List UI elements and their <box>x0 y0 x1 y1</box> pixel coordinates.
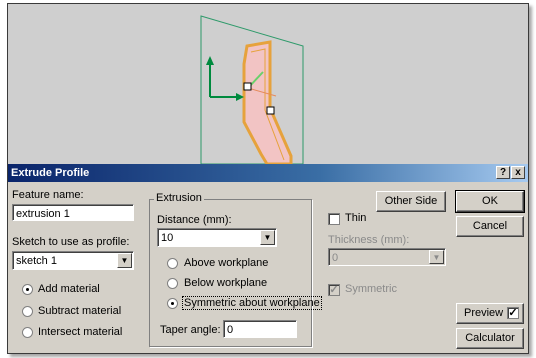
cancel-button[interactable]: Cancel <box>456 216 524 237</box>
sketch-select[interactable]: sketch 1 ▼ <box>12 251 134 270</box>
radio-subtract-material[interactable] <box>22 306 33 317</box>
preview-checkbox[interactable]: ✓ <box>507 307 519 319</box>
symmetric-workplane-label: Symmetric about workplane <box>182 296 322 310</box>
dialog-title: Extrude Profile <box>11 167 90 179</box>
extrude-profile-dialog: Extrude Profile ? x Feature name: extrus… <box>8 164 528 353</box>
chevron-down-icon[interactable]: ▼ <box>260 230 275 245</box>
add-material-label: Add material <box>38 283 100 295</box>
distance-select[interactable]: 10 ▼ <box>157 228 277 247</box>
app-window: Extrude Profile ? x Feature name: extrus… <box>7 3 529 354</box>
thickness-label: Thickness (mm): <box>328 234 410 246</box>
axis-y-arrowhead <box>206 56 214 65</box>
symmetric-checkbox[interactable]: ✓ <box>328 284 340 296</box>
distance-label: Distance (mm): <box>157 214 232 226</box>
thickness-select[interactable]: 0 ▼ <box>328 248 446 266</box>
taper-angle-value: 0 <box>227 324 234 336</box>
radio-intersect-material[interactable] <box>22 327 33 338</box>
below-workplane-label: Below workplane <box>184 277 268 289</box>
radio-add-material[interactable] <box>22 284 33 295</box>
profile-handle[interactable] <box>266 106 275 115</box>
sketch-value: sketch 1 <box>16 255 57 267</box>
taper-angle-label: Taper angle: <box>160 324 221 336</box>
chevron-down-icon[interactable]: ▼ <box>429 250 444 264</box>
profile-handle[interactable] <box>243 82 252 91</box>
radio-symmetric-workplane[interactable] <box>167 298 178 309</box>
extrusion-group-label: Extrusion <box>154 192 204 204</box>
thin-checkbox[interactable] <box>328 213 340 225</box>
symmetric-label: Symmetric <box>345 283 397 295</box>
other-side-button[interactable]: Other Side <box>376 191 446 212</box>
feature-name-value: extrusion 1 <box>16 208 70 220</box>
thickness-value: 0 <box>332 252 339 264</box>
radio-below-workplane[interactable] <box>167 278 178 289</box>
thin-label: Thin <box>345 212 367 224</box>
preview-button[interactable]: Preview ✓ <box>456 303 524 324</box>
viewport-scene <box>200 15 304 164</box>
feature-name-input[interactable]: extrusion 1 <box>12 204 134 221</box>
help-button[interactable]: ? <box>496 166 510 179</box>
chevron-down-icon[interactable]: ▼ <box>117 253 132 268</box>
close-button[interactable]: x <box>511 166 525 179</box>
preview-label: Preview <box>464 307 504 319</box>
taper-angle-input[interactable]: 0 <box>223 320 297 338</box>
dialog-title-bar: Extrude Profile ? x <box>8 164 528 182</box>
3d-viewport[interactable] <box>8 4 528 164</box>
radio-selected-dot <box>171 302 174 305</box>
ok-button[interactable]: OK <box>455 190 525 213</box>
radio-selected-dot <box>26 288 29 291</box>
radio-above-workplane[interactable] <box>167 258 178 269</box>
feature-name-label: Feature name: <box>12 189 84 201</box>
sketch-label: Sketch to use as profile: <box>12 236 130 248</box>
above-workplane-label: Above workplane <box>184 257 269 269</box>
distance-value: 10 <box>161 232 174 244</box>
extruded-profile <box>242 40 293 164</box>
subtract-material-label: Subtract material <box>38 305 122 317</box>
intersect-material-label: Intersect material <box>38 326 123 338</box>
calculator-button[interactable]: Calculator <box>456 328 524 349</box>
